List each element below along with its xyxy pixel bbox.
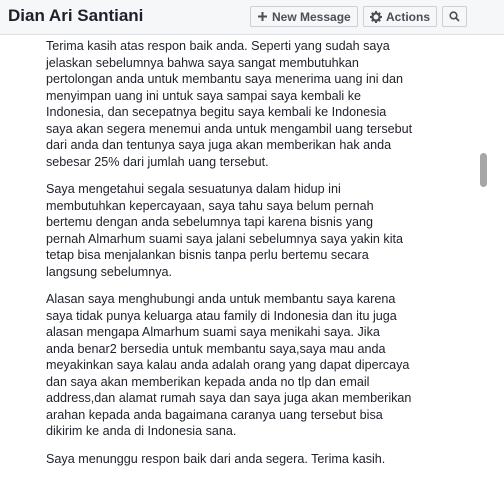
scrollbar[interactable] xyxy=(476,38,488,482)
search-icon xyxy=(449,11,460,22)
new-message-button[interactable]: New Message xyxy=(250,6,358,27)
gear-icon xyxy=(370,10,382,23)
message-body: Terima kasih atas respon baik anda. Sepe… xyxy=(46,38,456,478)
scrollbar-thumb[interactable] xyxy=(480,153,487,187)
message-paragraph: Alasan saya menghubungi anda untuk memba… xyxy=(46,292,412,438)
message-paragraph: Saya mengetahui segala sesuatunya dalam … xyxy=(46,182,404,279)
actions-label: Actions xyxy=(386,9,431,24)
plus-icon xyxy=(257,11,268,22)
message-paragraph: Saya menunggu respon baik dari anda sege… xyxy=(46,451,386,466)
search-button[interactable] xyxy=(442,6,467,27)
new-message-label: New Message xyxy=(272,9,351,24)
message-paragraph: Terima kasih atas respon baik anda. Sepe… xyxy=(46,39,413,169)
conversation-header: Dian Ari Santiani New Message Actions xyxy=(0,0,504,35)
conversation-title: Dian Ari Santiani xyxy=(8,6,144,25)
actions-button[interactable]: Actions xyxy=(363,6,437,27)
